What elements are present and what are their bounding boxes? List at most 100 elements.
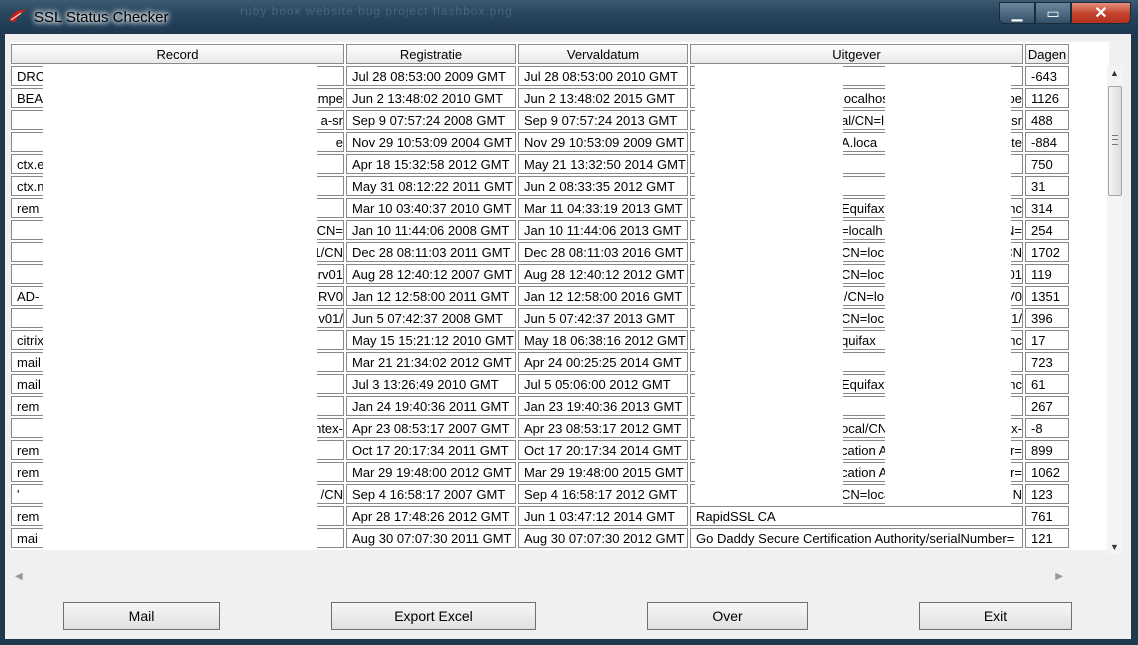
cell-dagen[interactable]: 1702 bbox=[1025, 242, 1069, 262]
cell-vervaldatum[interactable]: Apr 23 08:53:17 2012 GMT bbox=[518, 418, 688, 438]
cell-vervaldatum[interactable]: Nov 29 10:53:09 2009 GMT bbox=[518, 132, 688, 152]
cell-dagen[interactable]: -884 bbox=[1025, 132, 1069, 152]
column-header-uitgever[interactable]: Uitgever bbox=[690, 44, 1023, 64]
cell-registratie[interactable]: Mar 21 21:34:02 2012 GMT bbox=[346, 352, 516, 372]
column-header-dagen[interactable]: Dagen bbox=[1025, 44, 1069, 64]
cell-registratie[interactable]: Apr 23 08:53:17 2007 GMT bbox=[346, 418, 516, 438]
cell-vervaldatum[interactable]: Dec 28 08:11:03 2016 GMT bbox=[518, 242, 688, 262]
cell-dagen[interactable]: 119 bbox=[1025, 264, 1069, 284]
cell-vervaldatum[interactable]: Jan 23 19:40:36 2013 GMT bbox=[518, 396, 688, 416]
over-button[interactable]: Over bbox=[647, 602, 808, 630]
redaction-mask bbox=[885, 88, 1011, 110]
cell-registratie[interactable]: Jan 12 12:58:00 2011 GMT bbox=[346, 286, 516, 306]
export-excel-button[interactable]: Export Excel bbox=[331, 602, 536, 630]
cell-dagen[interactable]: -643 bbox=[1025, 66, 1069, 86]
cell-registratie[interactable]: Aug 28 12:40:12 2007 GMT bbox=[346, 264, 516, 284]
cell-dagen[interactable]: 396 bbox=[1025, 308, 1069, 328]
redaction-mask bbox=[885, 286, 1011, 308]
cell-registratie[interactable]: Jul 28 08:53:00 2009 GMT bbox=[346, 66, 516, 86]
cell-vervaldatum[interactable]: Jul 28 08:53:00 2010 GMT bbox=[518, 66, 688, 86]
redaction-mask bbox=[695, 66, 843, 88]
scroll-down-icon[interactable]: ▼ bbox=[1110, 542, 1119, 552]
cell-dagen[interactable]: 61 bbox=[1025, 374, 1069, 394]
cell-dagen[interactable]: 267 bbox=[1025, 396, 1069, 416]
minimize-icon[interactable]: ▁ bbox=[999, 2, 1035, 24]
scroll-right-icon[interactable]: ▶ bbox=[1055, 571, 1063, 582]
cell-dagen[interactable]: 488 bbox=[1025, 110, 1069, 130]
cell-dagen[interactable]: 314 bbox=[1025, 198, 1069, 218]
cell-registratie[interactable]: Jan 24 19:40:36 2011 GMT bbox=[346, 396, 516, 416]
cell-vervaldatum[interactable]: Jun 2 13:48:02 2015 GMT bbox=[518, 88, 688, 108]
close-icon[interactable]: ✕ bbox=[1071, 2, 1131, 24]
cell-registratie[interactable]: Aug 30 07:07:30 2011 GMT bbox=[346, 528, 516, 548]
table-row[interactable]: mai Aug 30 07:07:30 2011 GMT Aug 30 07:07:… bbox=[11, 528, 1073, 550]
maximize-icon[interactable]: ▭ bbox=[1035, 2, 1071, 24]
cell-registratie[interactable]: Jul 3 13:26:49 2010 GMT bbox=[346, 374, 516, 394]
uitgever-text-right: te bbox=[1011, 135, 1022, 150]
cell-vervaldatum[interactable]: Oct 17 20:17:34 2014 GMT bbox=[518, 440, 688, 460]
cell-registratie[interactable]: Mar 10 03:40:37 2010 GMT bbox=[346, 198, 516, 218]
cell-dagen[interactable]: 31 bbox=[1025, 176, 1069, 196]
cell-dagen[interactable]: 1351 bbox=[1025, 286, 1069, 306]
cell-vervaldatum[interactable]: May 21 13:32:50 2014 GMT bbox=[518, 154, 688, 174]
column-header-vervaldatum[interactable]: Vervaldatum bbox=[518, 44, 688, 64]
scroll-thumb[interactable] bbox=[1108, 86, 1122, 196]
cell-vervaldatum[interactable]: Aug 28 12:40:12 2012 GMT bbox=[518, 264, 688, 284]
cell-dagen[interactable]: 1062 bbox=[1025, 462, 1069, 482]
cell-registratie[interactable]: Dec 28 08:11:03 2011 GMT bbox=[346, 242, 516, 262]
cell-vervaldatum[interactable]: Jan 10 11:44:06 2013 GMT bbox=[518, 220, 688, 240]
cell-dagen[interactable]: 1126 bbox=[1025, 88, 1069, 108]
column-header-record[interactable]: Record bbox=[11, 44, 344, 64]
redaction-mask bbox=[43, 154, 317, 176]
cell-dagen[interactable]: 254 bbox=[1025, 220, 1069, 240]
cell-registratie[interactable]: Jun 5 07:42:37 2008 GMT bbox=[346, 308, 516, 328]
cell-vervaldatum[interactable]: Apr 24 00:25:25 2014 GMT bbox=[518, 352, 688, 372]
record-text-right: mpe bbox=[317, 91, 343, 106]
cell-registratie[interactable]: Apr 28 17:48:26 2012 GMT bbox=[346, 506, 516, 526]
cell-dagen[interactable]: -8 bbox=[1025, 418, 1069, 438]
record-text-left: rem bbox=[17, 201, 40, 216]
cell-registratie[interactable]: Sep 9 07:57:24 2008 GMT bbox=[346, 110, 516, 130]
redaction-mask bbox=[885, 220, 1011, 242]
cell-dagen[interactable]: 899 bbox=[1025, 440, 1069, 460]
record-text-left: rem bbox=[17, 443, 40, 458]
cell-vervaldatum[interactable]: Jul 5 05:06:00 2012 GMT bbox=[518, 374, 688, 394]
redaction-mask bbox=[43, 264, 317, 286]
cell-registratie[interactable]: Apr 18 15:32:58 2012 GMT bbox=[346, 154, 516, 174]
cell-vervaldatum[interactable]: Mar 11 04:33:19 2013 GMT bbox=[518, 198, 688, 218]
cell-uitgever[interactable]: Go Daddy Secure Certification Authority/… bbox=[690, 528, 1023, 548]
cell-registratie[interactable]: May 15 15:21:12 2010 GMT bbox=[346, 330, 516, 350]
cell-vervaldatum[interactable]: Sep 9 07:57:24 2013 GMT bbox=[518, 110, 688, 130]
cell-dagen[interactable]: 123 bbox=[1025, 484, 1069, 504]
mail-button[interactable]: Mail bbox=[63, 602, 220, 630]
cell-dagen[interactable]: 723 bbox=[1025, 352, 1069, 372]
cell-registratie[interactable]: Mar 29 19:48:00 2012 GMT bbox=[346, 462, 516, 482]
vertical-scrollbar[interactable]: ▲ ▼ bbox=[1107, 66, 1123, 554]
scroll-up-icon[interactable]: ▲ bbox=[1110, 68, 1119, 78]
cell-registratie[interactable]: Jun 2 13:48:02 2010 GMT bbox=[346, 88, 516, 108]
table-row[interactable]: rem Apr 28 17:48:26 2012 GMT Jun 1 03:47:1… bbox=[11, 506, 1073, 528]
cell-vervaldatum[interactable]: Jun 5 07:42:37 2013 GMT bbox=[518, 308, 688, 328]
horizontal-scrollbar[interactable]: ◀ ▶ bbox=[11, 569, 1067, 585]
cell-registratie[interactable]: May 31 08:12:22 2011 GMT bbox=[346, 176, 516, 196]
cell-registratie[interactable]: Sep 4 16:58:17 2007 GMT bbox=[346, 484, 516, 504]
cell-vervaldatum[interactable]: Jun 1 03:47:12 2014 GMT bbox=[518, 506, 688, 526]
cell-dagen[interactable]: 750 bbox=[1025, 154, 1069, 174]
cell-registratie[interactable]: Jan 10 11:44:06 2008 GMT bbox=[346, 220, 516, 240]
cell-vervaldatum[interactable]: May 18 06:38:16 2012 GMT bbox=[518, 330, 688, 350]
scroll-left-icon[interactable]: ◀ bbox=[15, 571, 23, 582]
cell-vervaldatum[interactable]: Jan 12 12:58:00 2016 GMT bbox=[518, 286, 688, 306]
cell-vervaldatum[interactable]: Aug 30 07:07:30 2012 GMT bbox=[518, 528, 688, 548]
cell-vervaldatum[interactable]: Jun 2 08:33:35 2012 GMT bbox=[518, 176, 688, 196]
cell-vervaldatum[interactable]: Mar 29 19:48:00 2015 GMT bbox=[518, 462, 688, 482]
cell-dagen[interactable]: 17 bbox=[1025, 330, 1069, 350]
cell-registratie[interactable]: Nov 29 10:53:09 2004 GMT bbox=[346, 132, 516, 152]
cell-dagen[interactable]: 761 bbox=[1025, 506, 1069, 526]
column-header-registratie[interactable]: Registratie bbox=[346, 44, 516, 64]
cell-registratie[interactable]: Oct 17 20:17:34 2011 GMT bbox=[346, 440, 516, 460]
uitgever-text-left: RapidSSL CA bbox=[696, 509, 776, 524]
cell-uitgever[interactable]: RapidSSL CA bbox=[690, 506, 1023, 526]
exit-button[interactable]: Exit bbox=[919, 602, 1072, 630]
cell-vervaldatum[interactable]: Sep 4 16:58:17 2012 GMT bbox=[518, 484, 688, 504]
cell-dagen[interactable]: 121 bbox=[1025, 528, 1069, 548]
